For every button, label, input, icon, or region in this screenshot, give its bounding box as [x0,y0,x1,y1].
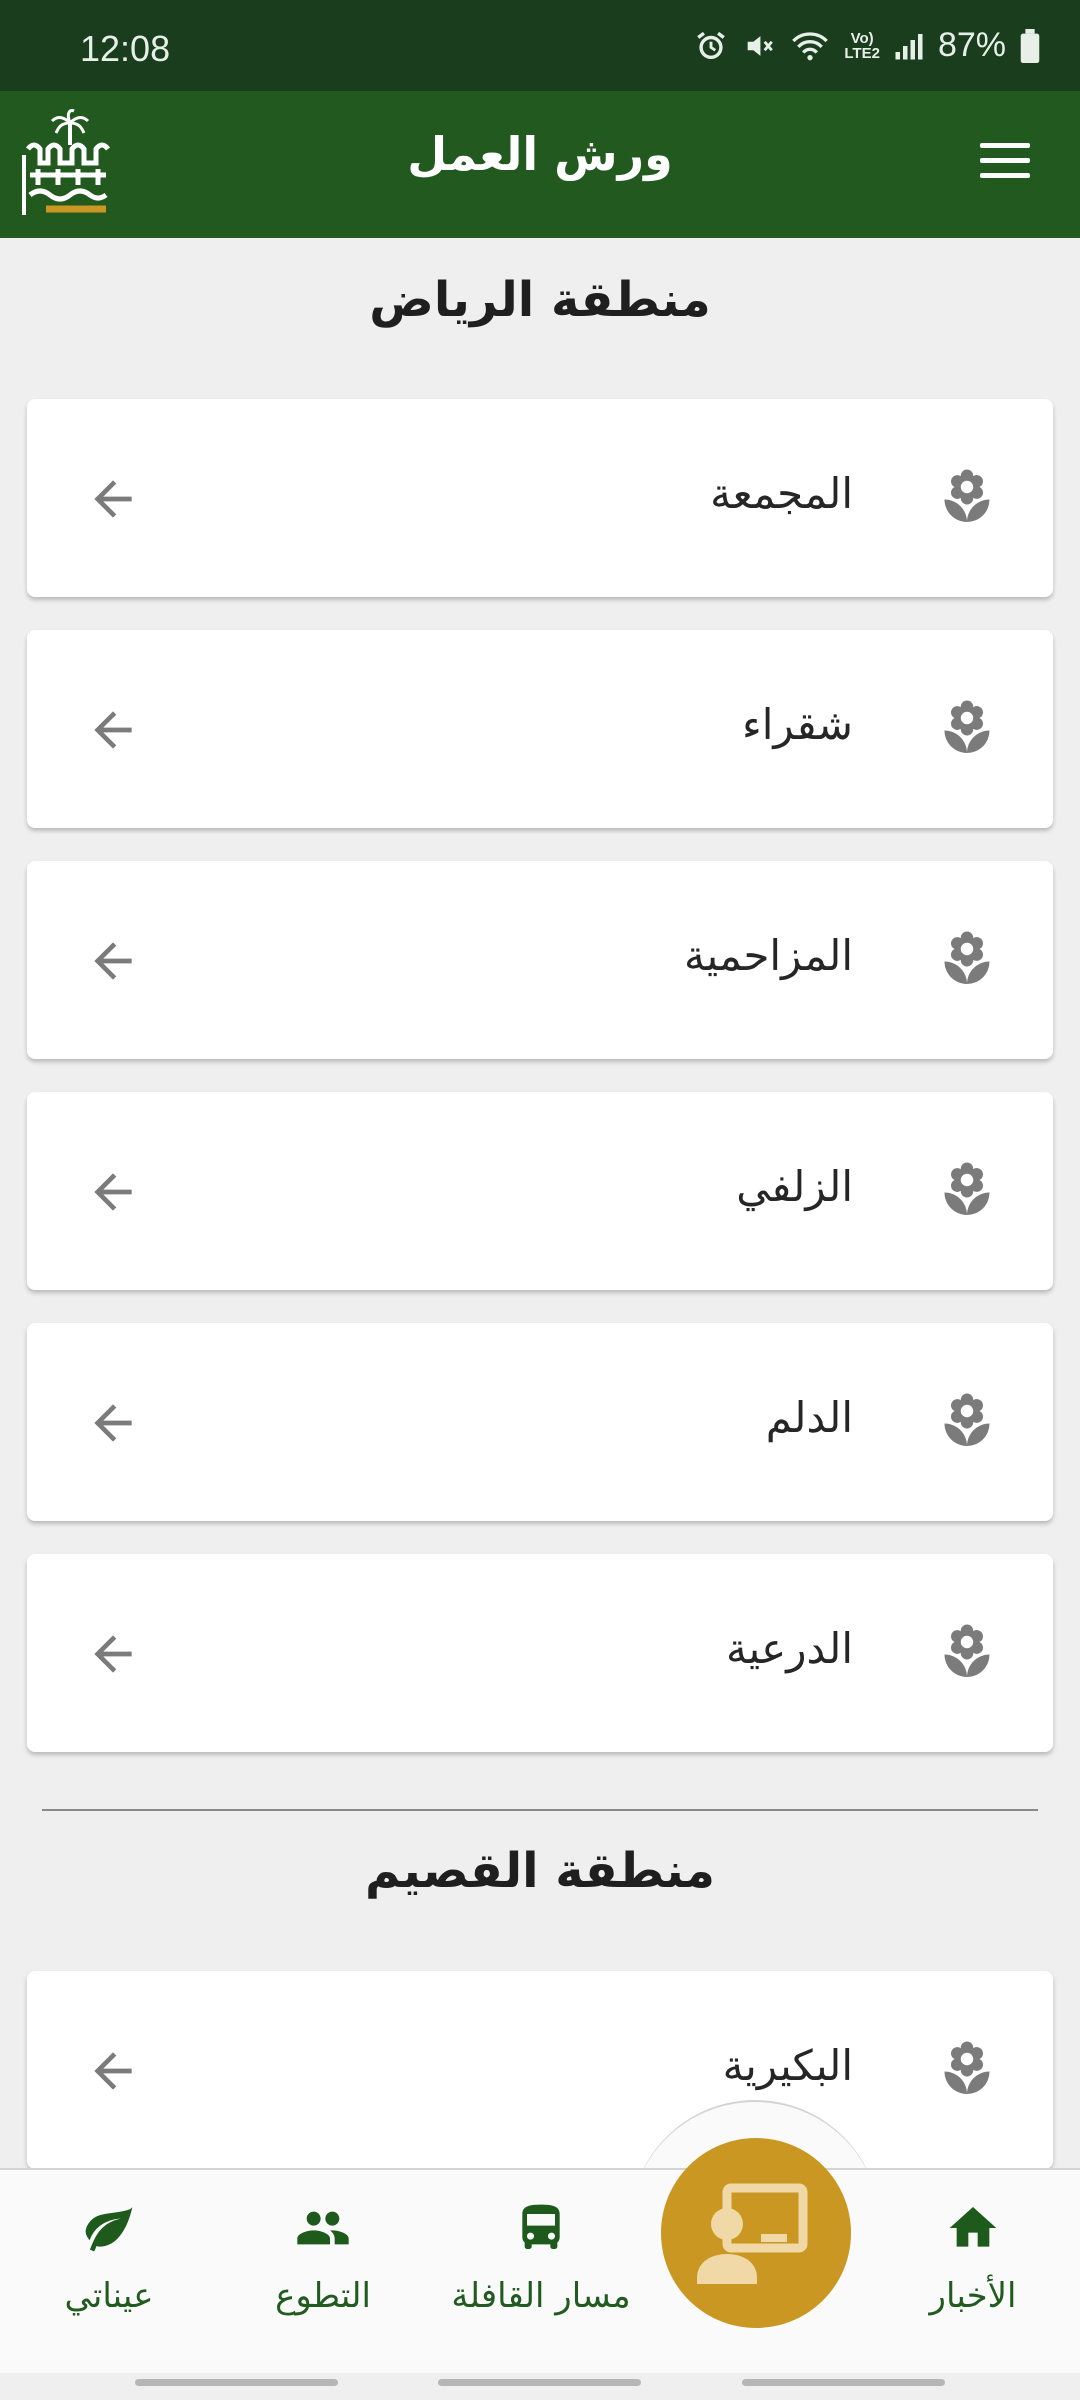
people-icon [297,2211,349,2245]
signal-icon [895,33,923,59]
bus-icon [522,2204,560,2249]
menu-icon [980,143,1030,148]
section-title-qassim: منطقة القصيم [365,1843,715,1899]
list-item-label: الدلم [765,1393,853,1442]
list-item-label: الزلفي [736,1162,853,1211]
list-item[interactable]: الزلفي [27,1092,1053,1290]
nav-label-volunteer: التطوع [275,2276,371,2316]
arrow-left-icon [94,942,132,980]
flower-icon [944,931,990,984]
leaf-icon [85,2207,133,2252]
presentation-icon [697,2183,808,2284]
list-item[interactable]: الدرعية [27,1554,1053,1752]
home-icon [949,2207,997,2247]
arrow-left-icon [94,711,132,749]
system-nav-home[interactable] [438,2379,641,2386]
status-icons: Vo) LTE2 87% [694,26,1040,65]
list-item[interactable]: الدلم [27,1323,1053,1521]
network-type: Vo) LTE2 [844,29,880,62]
flower-icon [944,1624,990,1677]
nav-item-volunteer[interactable]: التطوع [218,2200,428,2316]
list-item-label: البكيرية [722,2041,853,2090]
list-item-label: المجمعة [710,469,853,518]
flower-icon [944,469,990,522]
list-item[interactable]: البكيرية [27,1971,1053,2169]
section-divider [42,1809,1038,1811]
page-title: ورش العمل [407,127,673,181]
system-nav-back[interactable] [742,2379,945,2386]
nav-label-samples: عيناتي [64,2276,154,2316]
list-item[interactable]: شقراء [27,630,1053,828]
app-bar: ورش العمل [0,91,1080,238]
list-item-label: الدرعية [725,1624,853,1673]
flower-icon [944,700,990,753]
nav-label-caravan-route: مسار القافلة [451,2276,631,2316]
flower-icon [944,1393,990,1446]
arrow-left-icon [94,1173,132,1211]
status-time: 12:08 [80,28,171,69]
nav-item-news[interactable]: الأخبار [868,2200,1078,2316]
list-item[interactable]: المجمعة [27,399,1053,597]
arrow-left-icon [94,1635,132,1673]
arrow-left-icon [94,480,132,518]
nav-label-news: الأخبار [929,2276,1017,2316]
alarm-icon [697,31,726,59]
list-item-label: شقراء [741,700,853,749]
nav-item-samples[interactable]: عيناتي [4,2200,214,2316]
flower-icon [944,1162,990,1215]
mute-icon [748,35,774,56]
menu-button[interactable] [980,143,1030,183]
wifi-icon [792,31,829,60]
bottom-nav: عيناتي التطوع مسار القافلة الأخبار [0,2168,1080,2373]
battery-percent: 87% [937,26,1006,64]
status-bar: 12:08 Vo) LTE2 87% [0,0,1080,91]
arrow-left-icon [94,2052,132,2090]
system-nav-recents[interactable] [135,2379,338,2386]
flower-icon [944,2041,990,2094]
workshops-fab-button[interactable] [661,2138,851,2328]
section-title-riyadh: منطقة الرياض [369,272,711,328]
nav-item-caravan-route[interactable]: مسار القافلة [436,2200,646,2316]
list-item-label: المزاحمية [683,931,853,980]
battery-icon [1020,28,1040,63]
list-item[interactable]: المزاحمية [27,861,1053,1059]
arrow-left-icon [94,1404,132,1442]
